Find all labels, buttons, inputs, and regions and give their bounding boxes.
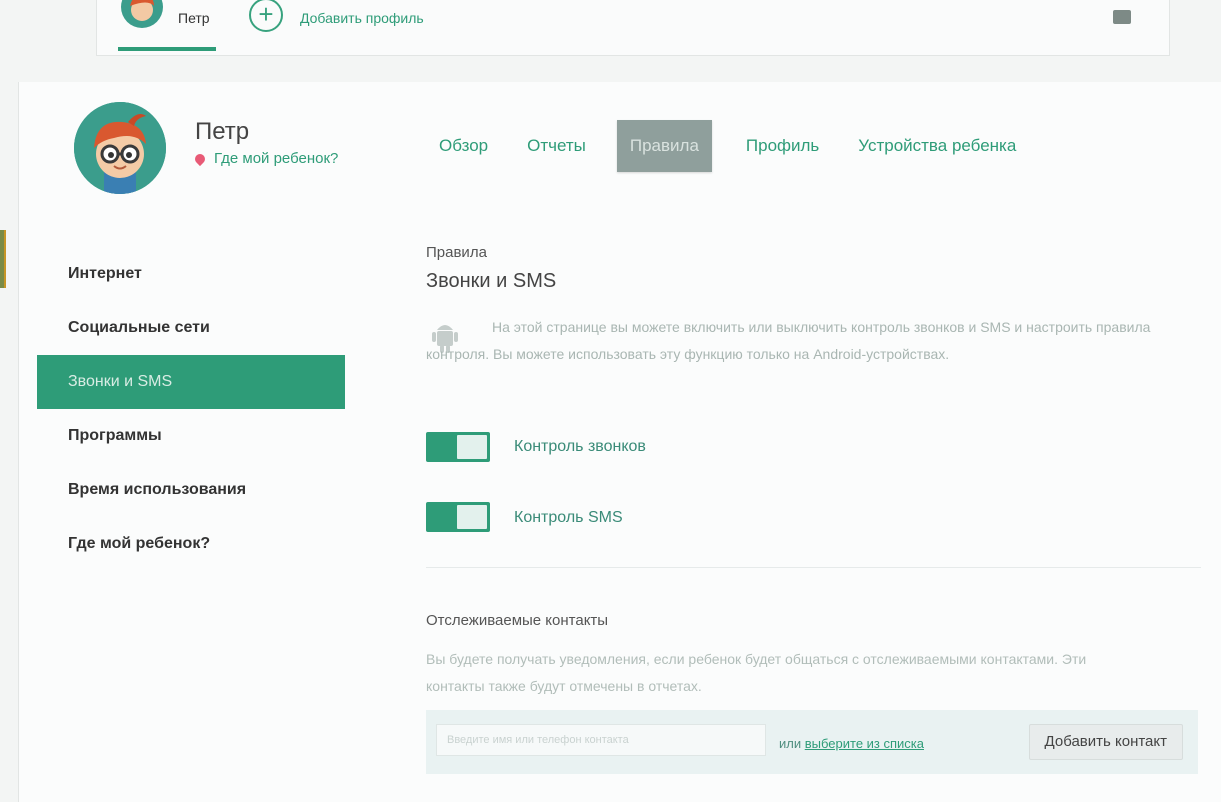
or-label: или выберите из списка bbox=[779, 736, 924, 751]
toggle-knob bbox=[457, 435, 487, 459]
child-name: Петр bbox=[195, 118, 250, 145]
sms-control-label: Контроль SMS bbox=[514, 509, 623, 526]
where-is-child-link[interactable]: Где мой ребенок? bbox=[192, 150, 339, 167]
add-profile-icon[interactable]: + bbox=[249, 0, 283, 32]
calls-control-label: Контроль звонков bbox=[514, 438, 646, 455]
profile-switcher-bar: Петр + Добавить профиль bbox=[96, 0, 1170, 56]
active-profile-indicator bbox=[118, 47, 216, 51]
device-icon[interactable] bbox=[1113, 10, 1131, 24]
breadcrumb: Правила bbox=[426, 244, 487, 261]
tracked-contacts-description: Вы будете получать уведомления, если реб… bbox=[426, 651, 1087, 694]
sidebar-item-programs[interactable]: Программы bbox=[37, 409, 345, 463]
tab-rules[interactable]: Правила bbox=[616, 120, 712, 172]
tab-profile[interactable]: Профиль bbox=[746, 120, 819, 172]
child-avatar bbox=[74, 102, 166, 194]
add-contact-button[interactable]: Добавить контакт bbox=[1028, 724, 1183, 760]
rules-sidebar: Интернет Социальные сети Звонки и SMS Пр… bbox=[37, 247, 345, 571]
add-contact-panel: или выберите из списка Добавить контакт bbox=[426, 710, 1198, 774]
tab-reports[interactable]: Отчеты bbox=[527, 120, 586, 172]
sidebar-item-internet[interactable]: Интернет bbox=[37, 247, 345, 301]
boy-with-glasses-icon bbox=[74, 102, 166, 194]
sidebar-item-calls-sms[interactable]: Звонки и SMS bbox=[37, 355, 345, 409]
tab-child-devices[interactable]: Устройства ребенка bbox=[858, 120, 1016, 172]
page-title: Звонки и SMS bbox=[426, 270, 557, 292]
contact-search-input[interactable] bbox=[436, 724, 766, 756]
profile-name-petr[interactable]: Петр bbox=[178, 10, 210, 26]
choose-from-list-link[interactable]: выберите из списка bbox=[805, 736, 924, 751]
section-divider bbox=[426, 567, 1201, 568]
where-is-child-label: Где мой ребенок? bbox=[214, 150, 339, 167]
location-pin-icon bbox=[192, 151, 208, 166]
calls-control-toggle[interactable] bbox=[426, 432, 490, 462]
toggle-knob bbox=[457, 505, 487, 529]
sidebar-item-where-is-child[interactable]: Где мой ребенок? bbox=[37, 517, 345, 571]
calls-sms-description: На этой странице вы можете включить или … bbox=[426, 319, 1151, 362]
tracked-contacts-title: Отслеживаемые контакты bbox=[426, 612, 609, 629]
sidebar-item-usage-time[interactable]: Время использования bbox=[37, 463, 345, 517]
left-edge-accent bbox=[0, 230, 6, 288]
add-profile-link[interactable]: Добавить профиль bbox=[300, 10, 424, 26]
child-face-icon bbox=[130, 0, 154, 21]
tab-bar: Обзор Отчеты Правила Профиль Устройства … bbox=[439, 120, 1055, 172]
tab-overview[interactable]: Обзор bbox=[439, 120, 488, 172]
sms-control-toggle[interactable] bbox=[426, 502, 490, 532]
sidebar-item-social-networks[interactable]: Социальные сети bbox=[37, 301, 345, 355]
child-avatar-small[interactable] bbox=[121, 0, 163, 28]
